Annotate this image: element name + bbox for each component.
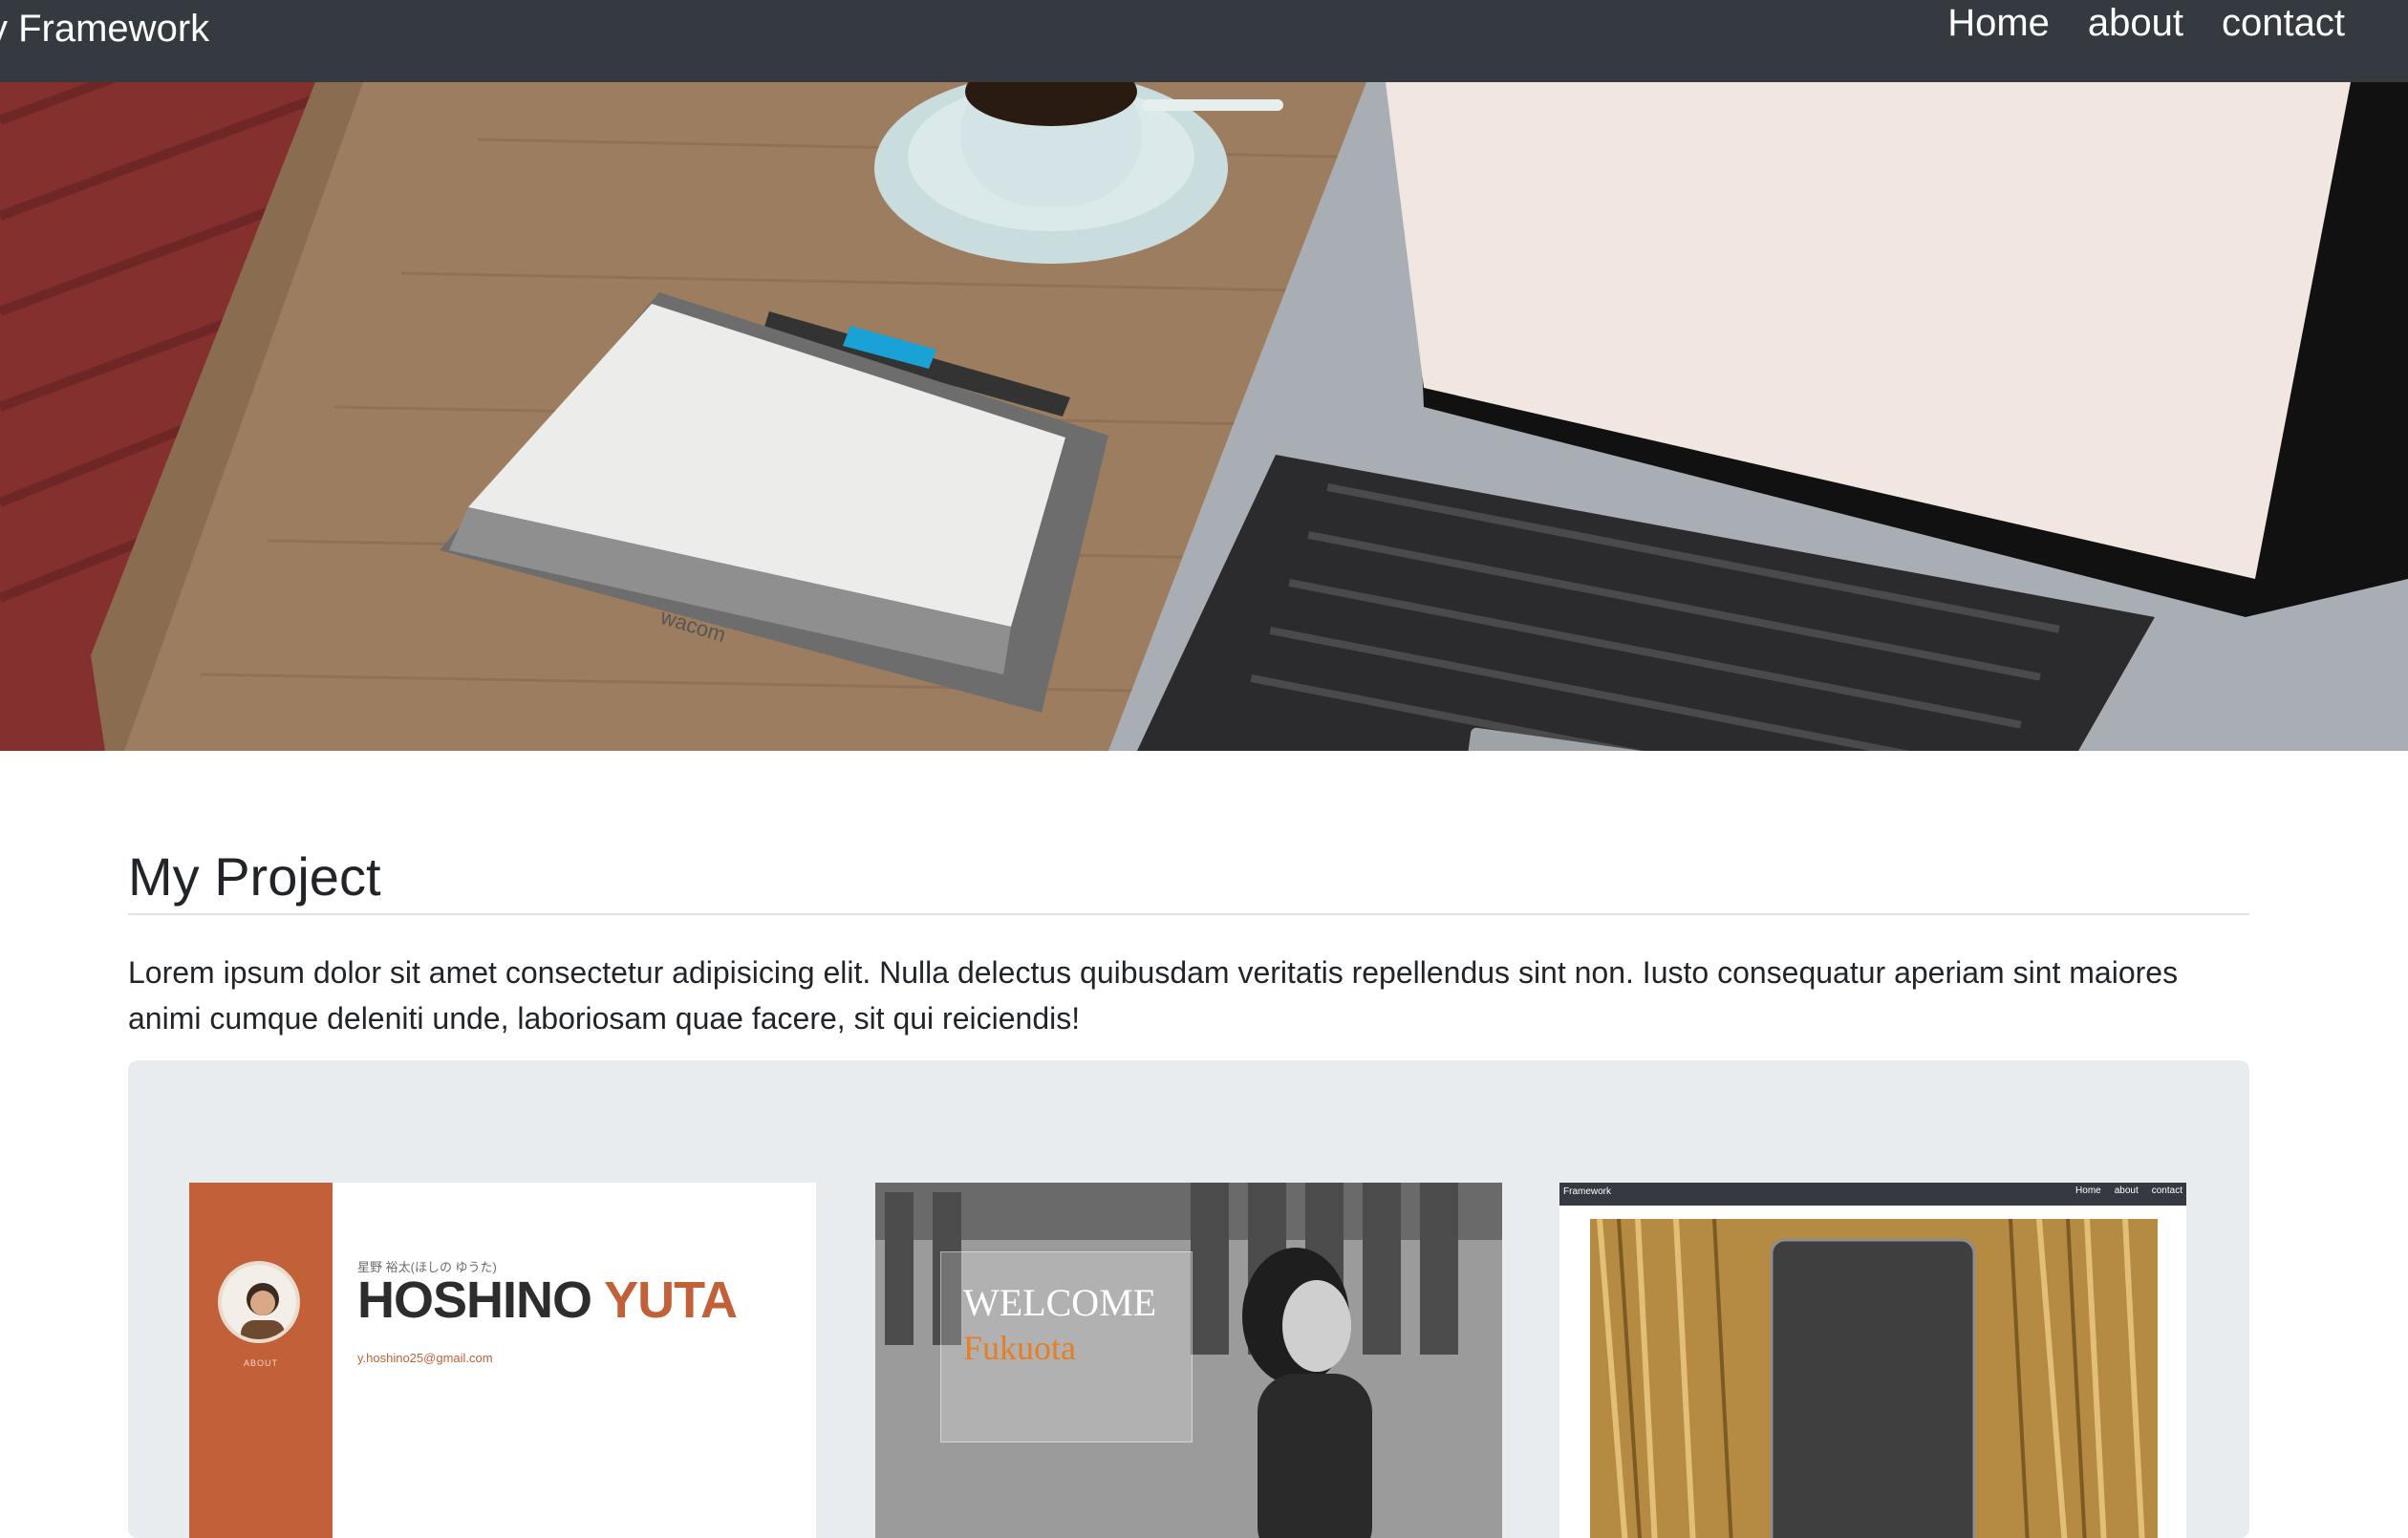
profile-about-label: ABOUT (243, 1358, 278, 1368)
profile-family-name: HOSHINO (357, 1271, 592, 1329)
mini-nav-about: about (2114, 1186, 2139, 1196)
navbar-brand[interactable]: y Framework (0, 6, 209, 52)
project-card-welcome[interactable]: WELCOME Fukuota (875, 1183, 1502, 1538)
project-gallery: ABOUT 星野 裕太(ほしの ゆうた) HOSHINO YUTA y.hosh… (128, 1060, 2249, 1538)
welcome-heading: WELCOME (963, 1281, 1157, 1324)
top-navbar: y Framework Home about contact (0, 0, 2408, 82)
project-description: Lorem ipsum dolor sit amet consectetur a… (128, 955, 2179, 1036)
project-card-portfolio[interactable]: ABOUT 星野 裕太(ほしの ゆうた) HOSHINO YUTA y.hosh… (189, 1183, 816, 1538)
project-card-framework[interactable]: Framework Home about contact (1559, 1183, 2186, 1538)
nav-link-about[interactable]: about (2088, 0, 2183, 46)
welcome-subtitle: Fukuota (963, 1329, 1077, 1367)
profile-name: HOSHINO YUTA (357, 1271, 738, 1330)
straw-photo (1590, 1218, 2158, 1538)
profile-sidebar: ABOUT (189, 1183, 333, 1538)
nav-link-contact[interactable]: contact (2222, 0, 2345, 46)
main-content: My Project Lorem ipsum dolor sit amet co… (128, 751, 2249, 1538)
nav-links: Home about contact (1947, 0, 2345, 46)
profile-email: y.hoshino25@gmail.com (357, 1351, 493, 1365)
title-divider (128, 913, 2249, 915)
mini-navbar-brand: Framework (1563, 1186, 1612, 1197)
mini-navbar: Framework Home about contact (1559, 1183, 2186, 1206)
mini-nav-contact: contact (2151, 1186, 2182, 1196)
mini-nav-links: Home about contact (2075, 1186, 2182, 1196)
project-title: My Project (128, 846, 381, 907)
profile-given-name: YUTA (604, 1271, 738, 1329)
hero-image: wacom (0, 82, 2408, 751)
hero-desk-illustration: wacom (0, 82, 2408, 751)
mini-nav-home: Home (2075, 1186, 2101, 1196)
profile-avatar (218, 1261, 300, 1343)
nav-link-home[interactable]: Home (1947, 0, 2050, 46)
